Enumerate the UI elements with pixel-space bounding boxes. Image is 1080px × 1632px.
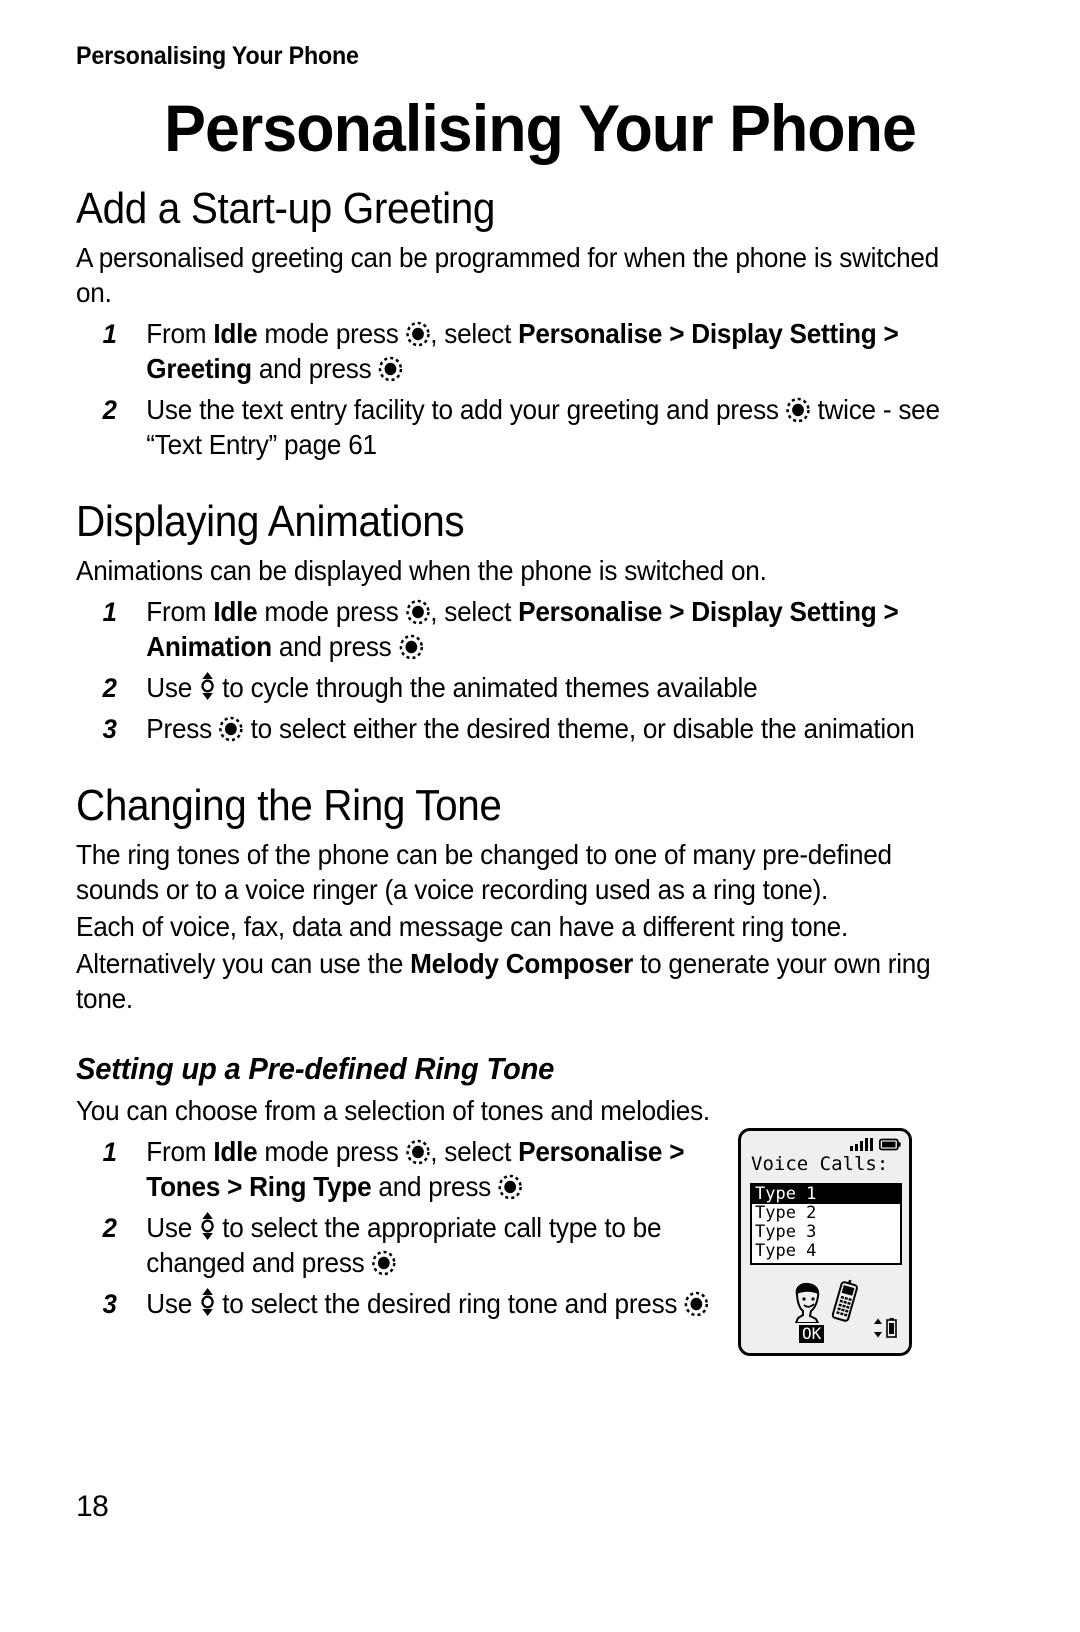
step-number: 3 [102,1288,117,1319]
step-text-part: and press [251,353,379,385]
select-key-icon [399,634,424,660]
select-key-icon [406,1139,431,1165]
up-down-key-icon [199,1211,215,1241]
subsection-heading-predefined-ring-tone: Setting up a Pre-defined Ring Tone [76,1050,555,1086]
step-text-part: , select [430,318,519,350]
select-key-icon [786,397,811,423]
step-text-part: , select [430,595,519,627]
section-2-steps: 1 From Idle mode press , select Personali… [76,595,1006,747]
manual-page: Personalising Your Phone Personalising Y… [0,0,1080,1632]
step-text-bold: Idle [213,1136,258,1168]
step-text-part: and press [271,630,399,662]
step-text-part: From [146,595,214,627]
up-down-key-icon [199,1287,215,1317]
step-text-part: Press [146,712,219,744]
step-text-part: From [146,318,214,350]
list-item: 3 Press to select either the desired them… [76,712,960,747]
step-text-part: From [146,1136,214,1168]
step-text-part: Use [146,1287,200,1319]
select-key-icon [372,1250,397,1276]
step-text-part: to select the appropriate call type to b… [146,1211,662,1278]
select-key-icon [498,1174,523,1200]
page-number: 18 [76,1490,109,1523]
select-key-icon [406,321,431,347]
paragraph-text-bold: Melody Composer [410,947,634,979]
list-item: 2 Use to cycle through the animated theme… [76,671,960,706]
select-key-icon [406,599,431,625]
subsection-steps: 1 From Idle mode press , select Personali… [76,1135,776,1322]
subsection-intro: You can choose from a selection of tones… [76,1095,710,1127]
section-3-paragraph-1: The ring tones of the phone can be chang… [76,838,892,905]
step-number: 3 [102,713,117,744]
step-number: 1 [102,1137,117,1168]
phone-screen-title: Voice Calls: [751,1153,889,1175]
list-item: 1 From Idle mode press , select Personali… [76,317,960,387]
phone-screen-illustration: Voice Calls: Type 1 Type 2 Type 3 Type 4 [738,1128,912,1356]
step-text-part: to cycle through the animated themes ava… [215,671,758,703]
list-item[interactable]: Type 1 [752,1185,900,1204]
list-item: 3 Use to select the desired ring tone and… [76,1287,741,1322]
section-2-intro: Animations can be displayed when the pho… [76,555,767,587]
step-number: 1 [102,319,117,350]
select-key-icon [219,716,244,742]
section-heading-changing-ring-tone: Changing the Ring Tone [76,780,502,830]
step-text-part: to select the desired ring tone and pres… [215,1287,685,1319]
list-item: 1 From Idle mode press , select Personali… [76,1135,741,1205]
battery-small-icon [886,1318,897,1343]
step-text-bold: Idle [213,318,258,350]
section-heading-add-startup-greeting: Add a Start-up Greeting [76,184,496,233]
up-down-key-icon [199,671,215,701]
phone-screen-softkey-bar: OK [741,1318,909,1345]
step-text-part: , select [430,1136,519,1168]
up-down-arrows-icon [873,1318,883,1343]
paragraph-text-part: Alternatively you can use the [76,947,411,979]
step-number: 2 [102,1212,117,1243]
list-item[interactable]: Type 3 [752,1223,900,1242]
running-header: Personalising Your Phone [76,42,359,70]
step-text-part: to select either the desired theme, or d… [243,712,915,744]
section-1-steps: 1 From Idle mode press , select Personali… [76,317,1006,463]
step-text-part: mode press [257,1136,406,1168]
phone-screen-scroll-indicators [873,1318,897,1343]
select-key-icon [378,356,403,382]
section-3-paragraph-3: Alternatively you can use the Melody Com… [76,947,960,1017]
list-item: 2 Use the text entry facility to add your… [76,393,960,463]
list-item: 2 Use to select the appropriate call type… [76,1211,741,1281]
step-number: 2 [102,394,117,425]
select-key-icon [684,1291,709,1317]
section-1-intro: A personalised greeting can be programme… [76,242,939,309]
list-item[interactable]: Type 4 [752,1242,900,1261]
step-text-part: mode press [257,318,406,350]
step-number: 1 [102,596,117,627]
page-title: Personalising Your Phone [164,91,917,165]
step-text-part: Use the text entry facility to add your … [146,393,786,425]
section-heading-displaying-animations: Displaying Animations [76,496,465,546]
list-item[interactable]: Type 2 [752,1204,900,1223]
list-item: 1 From Idle mode press , select Personali… [76,595,960,665]
step-text-part: and press [371,1171,499,1203]
step-text-bold: Idle [213,595,258,627]
section-3-paragraph-2: Each of voice, fax, data and message can… [76,910,848,942]
phone-screen-list: Type 1 Type 2 Type 3 Type 4 [750,1183,902,1265]
step-number: 2 [102,672,117,703]
step-text-part: Use [146,1211,200,1243]
softkey-ok-button[interactable]: OK [799,1325,825,1343]
step-text-part: mode press [257,595,406,627]
step-text-part: Use [146,671,200,703]
